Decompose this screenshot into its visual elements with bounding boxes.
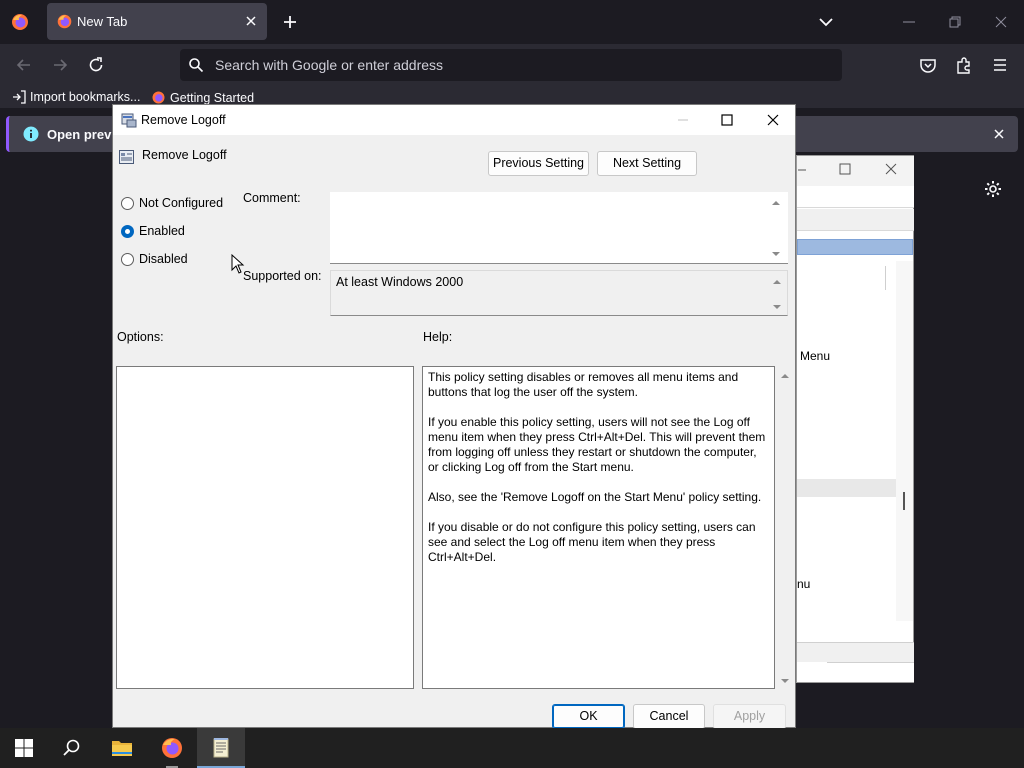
- bg-scrollbar[interactable]: [896, 261, 913, 621]
- close-icon[interactable]: [885, 163, 897, 175]
- bg-hover-row[interactable]: [797, 479, 896, 497]
- list-all-tabs-icon[interactable]: [816, 12, 836, 32]
- new-tab-icon[interactable]: [280, 12, 300, 32]
- bookmark-getting-started-label: Getting Started: [170, 91, 255, 105]
- policy-setting-dialog: Remove Logoff Remove Logoff Previous Set…: [112, 104, 796, 729]
- taskbar-notepad[interactable]: [197, 728, 245, 768]
- bg-list-text: Menu: [800, 349, 831, 363]
- bookmark-getting-started[interactable]: Getting Started: [151, 90, 254, 105]
- tab-strip: New Tab: [0, 0, 1024, 44]
- scroll-down-icon[interactable]: [771, 249, 781, 259]
- radio-label: Disabled: [139, 252, 188, 266]
- policy-setting-icon: [119, 150, 134, 164]
- bg-toolbar: [797, 209, 914, 231]
- file-explorer-icon: [112, 741, 132, 756]
- group-policy-editor-window: Menu nu: [796, 155, 914, 683]
- scroll-down-icon[interactable]: [772, 302, 782, 312]
- help-pane: This policy setting disables or removes …: [422, 366, 775, 689]
- taskbar-search-button[interactable]: [48, 728, 96, 768]
- ok-button[interactable]: OK: [552, 704, 625, 729]
- tab-title: New Tab: [77, 14, 128, 29]
- radio-button[interactable]: [121, 253, 134, 266]
- import-icon: [13, 90, 26, 104]
- scroll-up-icon[interactable]: [772, 277, 782, 287]
- search-icon: [63, 739, 80, 756]
- scroll-down-icon[interactable]: [780, 676, 790, 686]
- bg-list-text: nu: [797, 577, 811, 591]
- bg-menu-bar: [797, 186, 914, 208]
- close-tab-icon[interactable]: [243, 13, 259, 29]
- radio-button[interactable]: [121, 197, 134, 210]
- reload-icon[interactable]: [86, 55, 106, 75]
- supported-on-label: Supported on:: [243, 269, 322, 283]
- radio-label: Enabled: [139, 224, 185, 238]
- firefox-icon: [152, 91, 165, 104]
- address-bar[interactable]: Search with Google or enter address: [180, 49, 842, 81]
- radio-label: Not Configured: [139, 196, 224, 210]
- help-paragraph: This policy setting disables or removes …: [428, 370, 739, 399]
- help-label: Help:: [423, 330, 453, 344]
- comment-field[interactable]: [330, 192, 788, 264]
- scroll-up-icon[interactable]: [771, 198, 781, 208]
- supported-on-value: At least Windows 2000: [336, 275, 464, 289]
- cancel-button[interactable]: Cancel: [633, 704, 705, 729]
- app-menu-icon[interactable]: [990, 55, 1010, 75]
- address-placeholder: Search with Google or enter address: [215, 57, 444, 73]
- start-button[interactable]: [0, 728, 48, 768]
- close-icon[interactable]: [763, 110, 783, 130]
- help-scrollbar[interactable]: [776, 366, 793, 689]
- tab-new-tab[interactable]: New Tab: [47, 3, 267, 40]
- pocket-icon[interactable]: [918, 55, 938, 75]
- scroll-up-icon[interactable]: [780, 371, 790, 381]
- minimize-icon: [678, 119, 688, 121]
- help-paragraph: If you disable or do not configure this …: [428, 520, 756, 564]
- close-notification-icon[interactable]: [992, 127, 1006, 141]
- bg-selected-row[interactable]: [797, 239, 913, 255]
- maximize-icon[interactable]: [839, 163, 851, 175]
- bg-scroll-thumb[interactable]: [903, 492, 905, 510]
- mouse-cursor-icon: [231, 254, 245, 274]
- supported-on-field: At least Windows 2000: [330, 270, 788, 316]
- next-setting-button[interactable]: Next Setting: [597, 151, 697, 176]
- dialog-titlebar: Remove Logoff: [113, 105, 795, 135]
- navigation-toolbar: Search with Google or enter address: [0, 44, 1024, 86]
- minimize-icon[interactable]: [798, 168, 806, 172]
- bookmark-import-label: Import bookmarks...: [30, 90, 141, 104]
- minimize-icon[interactable]: [897, 10, 921, 34]
- maximize-icon[interactable]: [717, 110, 737, 130]
- notepad-icon: [213, 738, 229, 758]
- forward-icon[interactable]: [50, 55, 70, 75]
- extensions-icon[interactable]: [954, 55, 974, 75]
- start-icon: [15, 739, 33, 757]
- firefox-view-icon[interactable]: [10, 12, 30, 32]
- previous-setting-button[interactable]: Previous Setting: [488, 151, 589, 176]
- help-paragraph: If you enable this policy setting, users…: [428, 415, 766, 474]
- info-icon: [23, 126, 39, 142]
- close-window-icon[interactable]: [989, 10, 1013, 34]
- policy-name: Remove Logoff: [142, 148, 227, 162]
- search-icon: [189, 58, 204, 73]
- bg-window-titlebar: [797, 156, 914, 186]
- bg-tab-bar: [827, 662, 914, 682]
- firefox-icon: [162, 738, 182, 758]
- restore-icon[interactable]: [943, 10, 967, 34]
- help-paragraph: Also, see the 'Remove Logoff on the Star…: [428, 490, 762, 504]
- radio-button[interactable]: [121, 225, 134, 238]
- firefox-icon: [57, 14, 72, 29]
- back-icon[interactable]: [14, 55, 34, 75]
- taskbar-firefox[interactable]: [148, 728, 196, 768]
- settings-gear-icon[interactable]: [983, 179, 1003, 199]
- taskbar-file-explorer[interactable]: [98, 728, 146, 768]
- bg-column-divider: [885, 266, 886, 290]
- options-label: Options:: [117, 330, 164, 344]
- comment-label: Comment:: [243, 191, 301, 205]
- taskbar: [0, 728, 1024, 768]
- apply-button[interactable]: Apply: [713, 704, 786, 729]
- bookmark-import[interactable]: Import bookmarks...: [12, 90, 140, 104]
- bg-status-bar: [797, 642, 914, 662]
- dialog-title: Remove Logoff: [141, 113, 226, 127]
- options-pane: [116, 366, 414, 689]
- policy-editor-icon: [121, 113, 137, 128]
